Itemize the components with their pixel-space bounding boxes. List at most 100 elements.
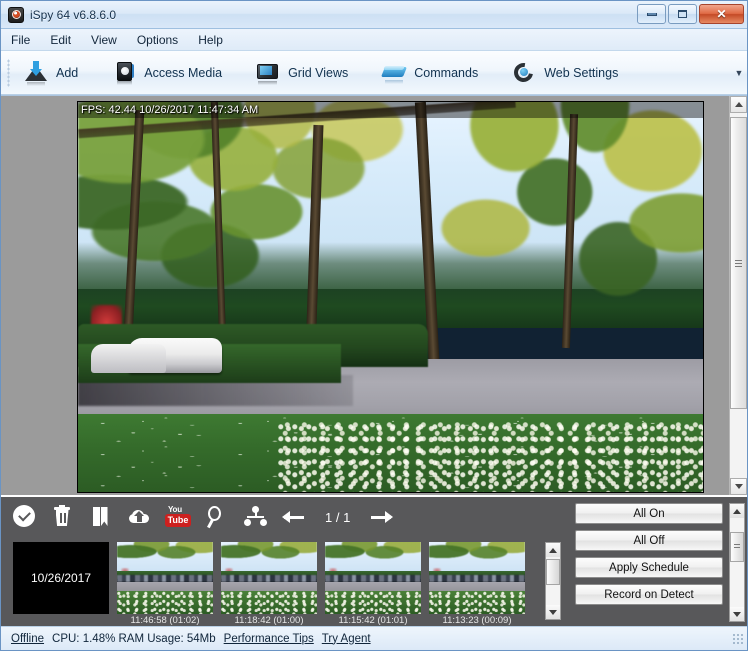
- status-bar: Offline CPU: 1.48% RAM Usage: 54Mb Perfo…: [1, 626, 747, 650]
- toolbar-overflow-button[interactable]: ▼: [734, 64, 744, 82]
- eye-glyph: [12, 10, 21, 19]
- camera-scene: [78, 102, 703, 492]
- control-panel: All On All Off Apply Schedule Record on …: [569, 497, 747, 626]
- thumbnail-caption: 11:18:42 (01:00): [221, 615, 317, 626]
- thumbnail-clip-2[interactable]: 11:18:42 (01:00): [221, 542, 317, 626]
- scroll-grip-icon: [735, 260, 742, 267]
- control-scroll-down-button[interactable]: [730, 607, 744, 621]
- toolbar-button-web-settings[interactable]: Web Settings: [511, 60, 618, 86]
- thumbnail-scroll-down-button[interactable]: [546, 605, 560, 619]
- maximize-button[interactable]: [668, 4, 697, 24]
- maximize-icon: [678, 10, 687, 18]
- scroll-grip-icon: [734, 544, 740, 550]
- confirm-icon[interactable]: [13, 505, 37, 529]
- thumbnail-caption: 11:13:23 (00:09): [429, 615, 525, 626]
- camera-stage: FPS: 42.44 10/26/2017 11:47:34 AM: [1, 95, 747, 495]
- thumbnail-strip: 10/26/2017 11:46:58 (01:02): [1, 537, 569, 626]
- menu-item-options[interactable]: Options: [137, 33, 178, 47]
- toolbar-button-grid-views[interactable]: Grid Views: [255, 60, 348, 86]
- toolbar-button-add[interactable]: Add: [23, 60, 78, 86]
- share-icon[interactable]: [243, 505, 267, 529]
- resize-grip-icon[interactable]: [732, 633, 744, 645]
- thumbnail-clip-1[interactable]: 11:46:58 (01:02): [117, 542, 213, 626]
- camera-canvas[interactable]: FPS: 42.44 10/26/2017 11:47:34 AM: [1, 96, 729, 495]
- control-scroll-up-button[interactable]: [730, 504, 744, 518]
- scroll-track[interactable]: [730, 113, 747, 478]
- app-window: iSpy 64 v6.8.6.0 ✕ File Edit View Option…: [0, 0, 748, 651]
- youtube-icon[interactable]: You Tube: [165, 505, 191, 529]
- thumbnail-clip-4[interactable]: 11:13:23 (00:09): [429, 542, 525, 626]
- app-eye-icon: [8, 7, 24, 23]
- bookmark-icon[interactable]: [89, 505, 113, 529]
- status-cpu-ram: CPU: 1.48% RAM Usage: 54Mb: [52, 633, 216, 645]
- thumbnail-caption: 11:46:58 (01:02): [117, 615, 213, 626]
- menu-item-help[interactable]: Help: [198, 33, 223, 47]
- menu-item-edit[interactable]: Edit: [50, 33, 71, 47]
- control-scroll-track[interactable]: [730, 518, 744, 607]
- status-performance-tips-link[interactable]: Performance Tips: [224, 633, 314, 645]
- add-download-icon: [23, 60, 49, 86]
- title-bar: iSpy 64 v6.8.6.0 ✕: [1, 1, 747, 29]
- minimize-button[interactable]: [637, 4, 666, 24]
- media-toolbar: You Tube 1 / 1: [1, 497, 569, 537]
- menu-item-view[interactable]: View: [91, 33, 117, 47]
- camera-vertical-scrollbar[interactable]: [729, 96, 747, 495]
- menu-item-file[interactable]: File: [11, 33, 30, 47]
- control-scroll-thumb[interactable]: [730, 532, 744, 562]
- thumbnail-scroll-track[interactable]: [546, 557, 560, 605]
- status-offline-link[interactable]: Offline: [11, 633, 44, 645]
- command-flag-icon: [381, 60, 407, 86]
- search-icon[interactable]: [205, 505, 229, 529]
- youtube-top-label: You: [168, 505, 182, 514]
- toolbar-grip[interactable]: [7, 59, 10, 87]
- toolbar-label-grid-views: Grid Views: [288, 66, 348, 80]
- all-off-button[interactable]: All Off: [575, 530, 723, 551]
- toolbar-button-access-media[interactable]: Access Media: [111, 60, 222, 86]
- chevron-down-icon: [735, 484, 743, 489]
- thumbnail-caption: 11:15:42 (01:01): [325, 615, 421, 626]
- refresh-circle-icon: [511, 60, 537, 86]
- window-controls: ✕: [637, 4, 744, 24]
- camera-overlay-text: FPS: 42.44 10/26/2017 11:47:34 AM: [81, 104, 258, 116]
- close-icon: ✕: [716, 8, 726, 20]
- media-left-panel: You Tube 1 / 1: [1, 497, 569, 626]
- thumbnail-date-separator[interactable]: 10/26/2017: [13, 542, 109, 615]
- monitor-icon: [255, 60, 281, 86]
- scroll-thumb[interactable]: [730, 117, 747, 409]
- youtube-bottom-label: Tube: [165, 514, 191, 527]
- menu-bar: File Edit View Options Help: [1, 29, 747, 51]
- apply-schedule-button[interactable]: Apply Schedule: [575, 557, 723, 578]
- toolbar-label-access-media: Access Media: [144, 66, 222, 80]
- minimize-icon: [647, 13, 657, 16]
- media-disc-icon: [111, 60, 137, 86]
- scroll-up-button[interactable]: [730, 96, 747, 113]
- scroll-down-button[interactable]: [730, 478, 747, 495]
- previous-page-icon[interactable]: [281, 505, 307, 529]
- next-page-icon[interactable]: [368, 505, 394, 529]
- thumbnail-scrollbar[interactable]: [545, 542, 561, 620]
- control-panel-scrollbar[interactable]: [729, 503, 745, 622]
- thumbnail-date-label: 10/26/2017: [31, 571, 91, 585]
- all-on-button[interactable]: All On: [575, 503, 723, 524]
- toolbar-label-add: Add: [56, 66, 78, 80]
- record-on-detect-button[interactable]: Record on Detect: [575, 584, 723, 605]
- close-button[interactable]: ✕: [699, 4, 744, 24]
- control-button-list: All On All Off Apply Schedule Record on …: [575, 503, 729, 622]
- chevron-down-icon: [549, 610, 557, 615]
- delete-icon[interactable]: [51, 505, 75, 529]
- toolbar-label-web-settings: Web Settings: [544, 66, 618, 80]
- toolbar-button-commands[interactable]: Commands: [381, 60, 478, 86]
- status-try-agent-link[interactable]: Try Agent: [322, 633, 371, 645]
- camera-view[interactable]: FPS: 42.44 10/26/2017 11:47:34 AM: [77, 101, 704, 493]
- cloud-upload-icon[interactable]: [127, 505, 151, 529]
- main-toolbar: Add Access Media Grid Views Commands Web: [1, 51, 747, 95]
- media-bar: You Tube 1 / 1: [1, 495, 747, 626]
- toolbar-label-commands: Commands: [414, 66, 478, 80]
- chevron-up-icon: [735, 102, 743, 107]
- chevron-down-icon: [733, 612, 741, 617]
- thumbnail-scroll-up-button[interactable]: [546, 543, 560, 557]
- window-title: iSpy 64 v6.8.6.0: [30, 8, 116, 22]
- thumbnail-scroll-thumb[interactable]: [546, 559, 560, 585]
- thumbnail-clip-3[interactable]: 11:15:42 (01:01): [325, 542, 421, 626]
- chevron-up-icon: [549, 548, 557, 553]
